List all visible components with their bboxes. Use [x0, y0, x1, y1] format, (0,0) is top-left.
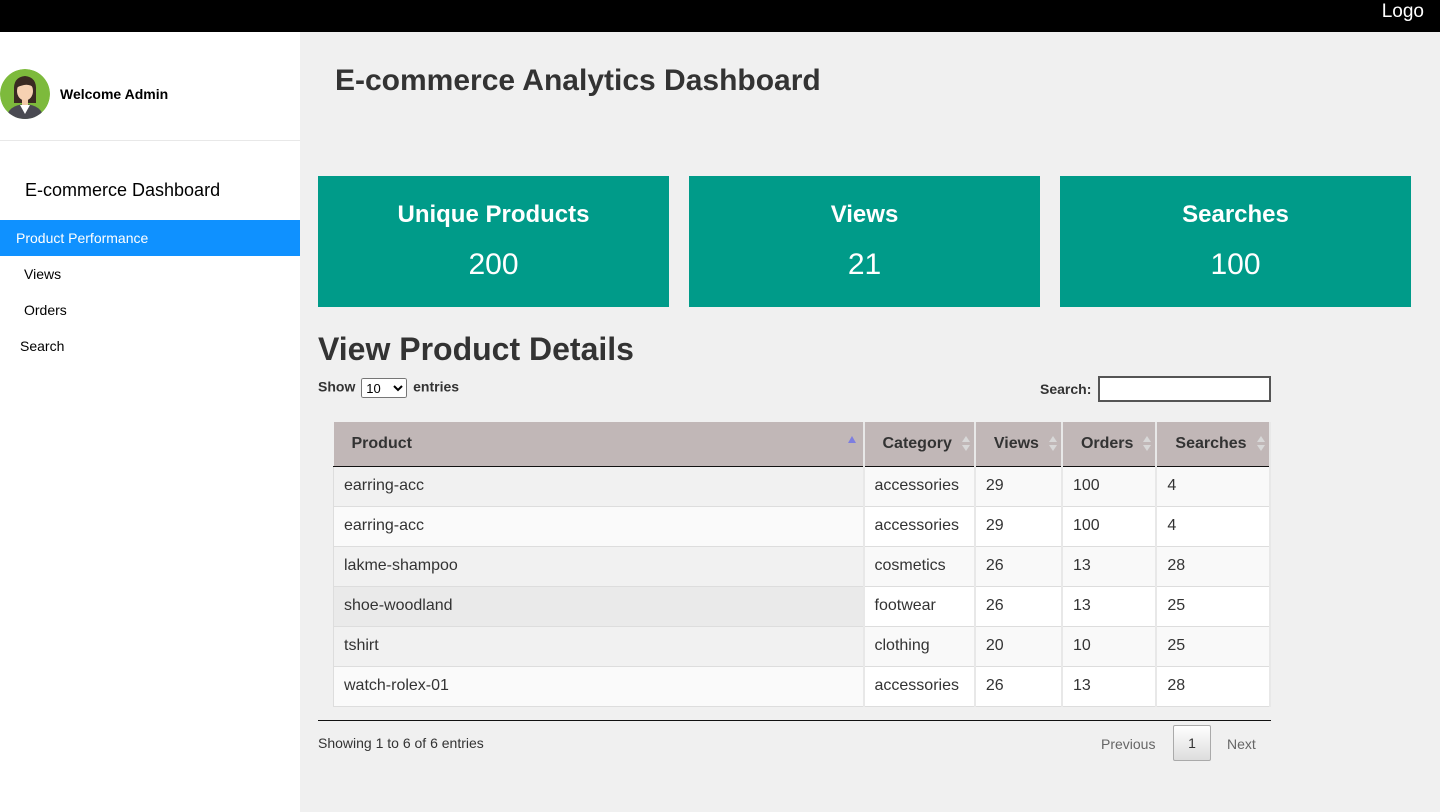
cell-views: 26	[974, 665, 1063, 707]
cell-product: shoe-woodland	[333, 585, 865, 627]
cell-category: accessories	[862, 465, 976, 507]
table-row[interactable]: tshirt clothing 20 10 25	[333, 625, 1271, 667]
column-header-orders[interactable]: Orders	[1061, 422, 1158, 467]
cell-orders: 13	[1061, 545, 1158, 587]
cell-orders: 13	[1061, 665, 1158, 707]
stat-card-title: Views	[830, 201, 899, 228]
stat-card-unique-products: Unique Products 200	[318, 176, 669, 307]
cell-product: earring-acc	[333, 465, 865, 507]
stat-card-searches: Searches 100	[1060, 176, 1411, 307]
table-info: Showing 1 to 6 of 6 entries	[318, 735, 484, 751]
cell-searches: 4	[1155, 465, 1271, 507]
cell-views: 29	[974, 465, 1063, 507]
top-bar: Logo	[0, 0, 1440, 32]
column-header-views[interactable]: Views	[974, 422, 1063, 467]
search-input[interactable]	[1098, 376, 1271, 402]
cell-orders: 100	[1061, 505, 1158, 547]
stat-card-value: 21	[847, 248, 882, 281]
pagination-previous-button[interactable]: Previous	[1101, 736, 1155, 752]
table-row[interactable]: earring-acc accessories 29 100 4	[333, 465, 1271, 507]
page-title: E-commerce Analytics Dashboard	[335, 64, 821, 97]
cell-product: watch-rolex-01	[333, 665, 865, 707]
table-header-row: Product Category Views Orders Searches	[333, 422, 1271, 467]
sort-icon	[1143, 436, 1152, 452]
search-label: Search:	[1040, 381, 1092, 397]
column-header-searches[interactable]: Searches	[1156, 422, 1271, 467]
sidebar-item-product-performance[interactable]: Product Performance	[0, 220, 300, 256]
welcome-text: Welcome Admin	[60, 86, 169, 102]
cell-category: accessories	[862, 665, 976, 707]
cell-searches: 28	[1155, 665, 1271, 707]
entries-select[interactable]: 10	[361, 378, 408, 398]
column-header-label: Searches	[1175, 434, 1247, 452]
admin-avatar	[0, 69, 50, 119]
column-header-label: Category	[882, 434, 952, 452]
column-header-label: Views	[993, 434, 1039, 452]
sidebar: Welcome Admin E-commerce Dashboard Produ…	[0, 32, 300, 812]
cell-category: cosmetics	[862, 545, 976, 587]
sidebar-item-search[interactable]: Search	[0, 328, 300, 364]
pagination-page-1[interactable]: 1	[1173, 725, 1211, 761]
show-label: Show	[318, 378, 356, 395]
cell-orders: 100	[1061, 465, 1158, 507]
cell-searches: 28	[1155, 545, 1271, 587]
product-table: Product Category Views Orders Searches e…	[333, 422, 1271, 707]
cell-views: 26	[974, 585, 1063, 627]
cell-searches: 25	[1155, 585, 1271, 627]
table-row[interactable]: watch-rolex-01 accessories 26 13 28	[333, 665, 1271, 707]
sort-ascending-icon	[847, 436, 856, 443]
profile-section: Welcome Admin	[0, 32, 300, 141]
cell-searches: 25	[1155, 625, 1271, 667]
cell-product: earring-acc	[333, 505, 865, 547]
column-header-label: Orders	[1080, 434, 1134, 452]
pagination-next-button[interactable]: Next	[1227, 736, 1256, 752]
section-title: View Product Details	[318, 331, 634, 367]
sort-icon	[1048, 436, 1057, 452]
cell-product: tshirt	[333, 625, 865, 667]
cell-searches: 4	[1155, 505, 1271, 547]
stat-card-title: Unique Products	[397, 201, 590, 228]
sidebar-item-views[interactable]: Views	[0, 256, 300, 292]
table-bottom-divider	[318, 720, 1271, 721]
cell-orders: 10	[1061, 625, 1158, 667]
stat-card-views: Views 21	[689, 176, 1040, 307]
cell-category: clothing	[862, 625, 976, 667]
sort-icon	[1256, 436, 1265, 452]
cell-category: accessories	[862, 505, 976, 547]
column-header-category[interactable]: Category	[863, 422, 976, 467]
column-header-label: Product	[351, 434, 412, 452]
stat-card-value: 100	[1210, 248, 1261, 281]
entries-length-control: Show 10 entries	[318, 378, 459, 398]
sidebar-title: E-commerce Dashboard	[25, 180, 221, 200]
logo[interactable]: Logo	[1382, 1, 1424, 23]
sort-icon	[961, 436, 970, 452]
table-row[interactable]: lakme-shampoo cosmetics 26 13 28	[333, 545, 1271, 587]
cell-views: 26	[974, 545, 1063, 587]
cell-orders: 13	[1061, 585, 1158, 627]
column-header-product[interactable]: Product	[333, 422, 865, 467]
stat-card-title: Searches	[1182, 201, 1289, 228]
cell-views: 29	[974, 505, 1063, 547]
cell-product: lakme-shampoo	[333, 545, 865, 587]
entries-label: entries	[413, 378, 460, 395]
table-row[interactable]: shoe-woodland footwear 26 13 25	[333, 585, 1271, 627]
cell-views: 20	[974, 625, 1063, 667]
table-row[interactable]: earring-acc accessories 29 100 4	[333, 505, 1271, 547]
stat-card-value: 200	[468, 248, 519, 281]
sidebar-item-orders[interactable]: Orders	[0, 292, 300, 328]
cell-category: footwear	[862, 585, 976, 627]
